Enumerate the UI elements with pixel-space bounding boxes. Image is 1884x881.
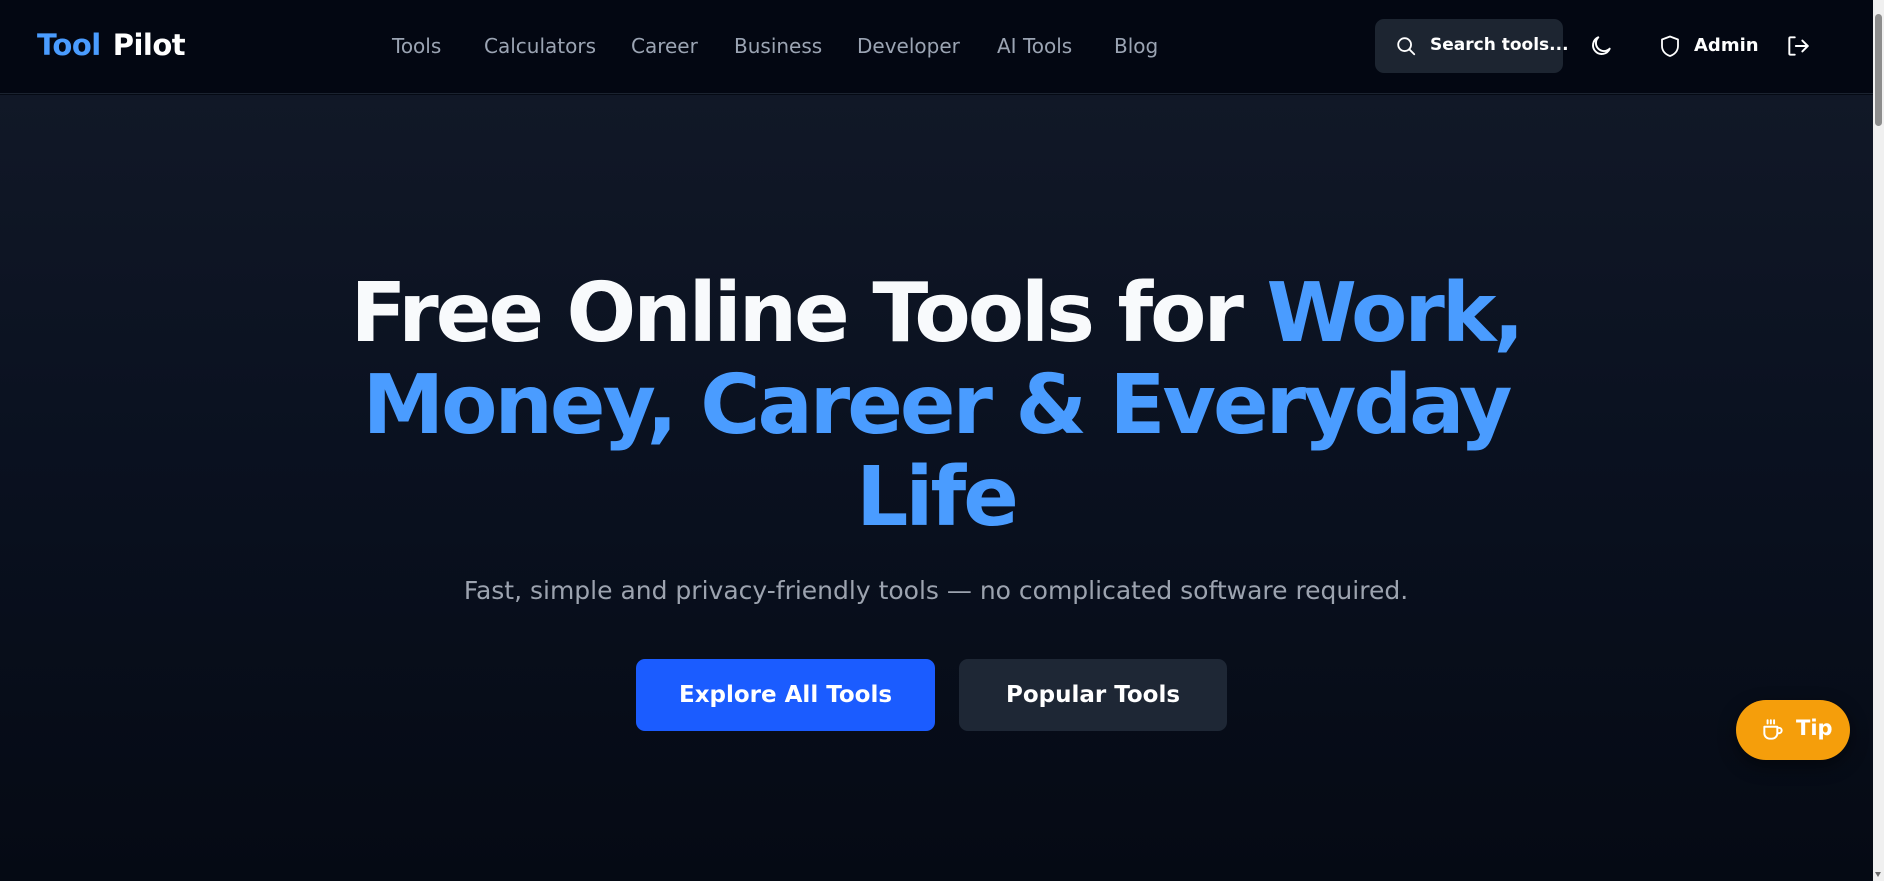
nav-item-calculators[interactable]: Calculators [484, 34, 596, 58]
popular-tools-button[interactable]: Popular Tools [959, 659, 1227, 731]
nav-item-business[interactable]: Business [734, 34, 822, 58]
tip-button-label: Tip [1796, 716, 1833, 740]
hero-title: Free Online Tools for Work, Money, Caree… [336, 268, 1536, 544]
logo-text-tool: Tool [37, 28, 101, 62]
nav-item-blog[interactable]: Blog [1114, 34, 1158, 58]
search-button[interactable]: Search tools... [1375, 19, 1569, 73]
nav-item-developer[interactable]: Developer [857, 34, 960, 58]
search-icon [1397, 37, 1416, 56]
nav-item-career[interactable]: Career [631, 34, 698, 58]
admin-label: Admin [1694, 35, 1759, 56]
explore-all-tools-button[interactable]: Explore All Tools [636, 659, 935, 731]
page-scrollbar[interactable] [1873, 0, 1884, 881]
page: Tool Pilot Tools Calculators Career Busin… [0, 0, 1884, 881]
site-header: Tool Pilot Tools Calculators Career Busin… [0, 0, 1873, 94]
logout-icon[interactable] [1785, 33, 1811, 59]
site-logo[interactable]: Tool Pilot [37, 28, 186, 62]
nav-item-ai-tools[interactable]: AI Tools [997, 34, 1072, 58]
scrollbar-thumb[interactable] [1875, 14, 1882, 126]
hero-title-main: Free Online Tools for [350, 266, 1244, 361]
hero-subtitle: Fast, simple and privacy-friendly tools … [463, 576, 1409, 605]
tip-button[interactable]: Tip [1736, 700, 1850, 760]
hero-section: Free Online Tools for Work, Money, Caree… [0, 95, 1873, 881]
nav-item-tools[interactable]: Tools [392, 34, 441, 58]
logo-text-pilot: Pilot [112, 28, 186, 62]
coffee-cup-icon [1763, 719, 1783, 740]
moon-icon[interactable] [1588, 33, 1614, 59]
search-button-label: Search tools... [1430, 35, 1569, 55]
shield-icon [1661, 35, 1679, 57]
scroll-down-arrow-icon[interactable] [1875, 872, 1881, 877]
